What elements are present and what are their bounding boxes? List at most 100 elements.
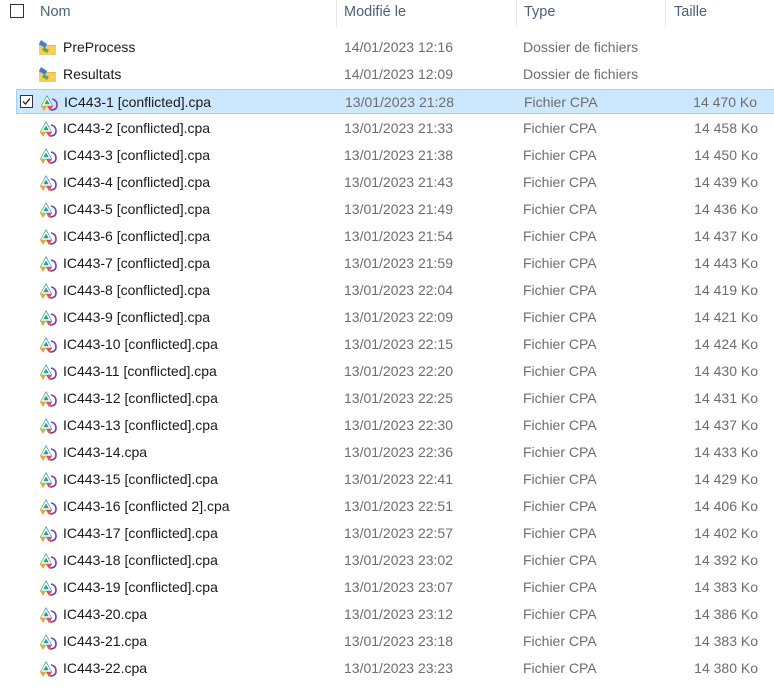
file-row[interactable]: IC443-20.cpa 13/01/2023 23:12 Fichier CPA 1…	[16, 602, 774, 627]
cpa-file-icon	[37, 416, 59, 436]
column-header-size[interactable]: Taille	[674, 0, 707, 27]
file-modified-date: 13/01/2023 22:04	[344, 282, 453, 298]
file-size: 14 419 Ko	[694, 282, 758, 298]
file-type: Fichier CPA	[523, 228, 597, 244]
file-name: IC443-15 [conflicted].cpa	[63, 471, 218, 487]
file-row[interactable]: IC443-2 [conflicted].cpa 13/01/2023 21:33…	[16, 116, 774, 141]
file-type: Fichier CPA	[523, 525, 597, 541]
file-name: IC443-16 [conflicted 2].cpa	[63, 498, 230, 514]
file-row[interactable]: IC443-4 [conflicted].cpa 13/01/2023 21:43…	[16, 170, 774, 195]
file-row[interactable]: IC443-16 [conflicted 2].cpa 13/01/2023 22…	[16, 494, 774, 519]
file-row[interactable]: IC443-14.cpa 13/01/2023 22:36 Fichier CPA 1…	[16, 440, 774, 465]
column-separator[interactable]	[665, 0, 666, 27]
file-size: 14 421 Ko	[694, 309, 758, 325]
cpa-file-icon	[37, 551, 59, 571]
file-row[interactable]: IC443-19 [conflicted].cpa 13/01/2023 23:0…	[16, 575, 774, 600]
file-modified-date: 13/01/2023 22:25	[344, 390, 453, 406]
file-row[interactable]: Resultats 14/01/2023 12:09 Dossier de fich…	[16, 62, 774, 87]
cpa-file-icon	[37, 524, 59, 544]
file-size: 14 436 Ko	[694, 201, 758, 217]
file-name: IC443-11 [conflicted].cpa	[63, 363, 217, 379]
file-name: IC443-9 [conflicted].cpa	[63, 309, 211, 325]
file-row[interactable]: IC443-17 [conflicted].cpa 13/01/2023 22:5…	[16, 521, 774, 546]
cpa-file-icon	[37, 632, 59, 652]
file-type: Fichier CPA	[523, 147, 597, 163]
file-size: 14 392 Ko	[694, 552, 758, 568]
file-type: Fichier CPA	[523, 606, 597, 622]
file-type: Fichier CPA	[523, 174, 597, 190]
file-type: Fichier CPA	[523, 660, 597, 676]
file-type: Fichier CPA	[523, 255, 597, 271]
file-size: 14 406 Ko	[694, 498, 758, 514]
column-header-type[interactable]: Type	[524, 0, 555, 27]
file-size: 14 437 Ko	[694, 228, 758, 244]
file-name: IC443-7 [conflicted].cpa	[63, 255, 211, 271]
file-row[interactable]: IC443-11 [conflicted].cpa 13/01/2023 22:2…	[16, 359, 774, 384]
file-type: Dossier de fichiers	[523, 66, 639, 82]
column-header: Nom Modifié le Type Taille	[0, 0, 774, 27]
column-header-name[interactable]: Nom	[40, 0, 71, 27]
file-row[interactable]: PreProcess 14/01/2023 12:16 Dossier de fic…	[16, 35, 774, 60]
file-row[interactable]: IC443-1 [conflicted].cpa 13/01/2023 21:28…	[16, 89, 774, 114]
file-name: PreProcess	[63, 39, 136, 55]
cpa-file-icon	[37, 227, 59, 247]
file-name: IC443-20.cpa	[63, 606, 148, 622]
cpa-file-icon	[37, 443, 59, 463]
file-name: IC443-6 [conflicted].cpa	[63, 228, 211, 244]
file-name: IC443-4 [conflicted].cpa	[63, 174, 211, 190]
file-name: IC443-2 [conflicted].cpa	[63, 120, 211, 136]
file-modified-date: 13/01/2023 23:07	[344, 579, 453, 595]
file-size: 14 424 Ko	[694, 336, 758, 352]
file-row[interactable]: IC443-21.cpa 13/01/2023 23:18 Fichier CPA 1…	[16, 629, 774, 654]
file-modified-date: 13/01/2023 22:30	[344, 417, 453, 433]
file-type: Fichier CPA	[523, 336, 597, 352]
file-size: 14 430 Ko	[694, 363, 758, 379]
cpa-file-icon	[37, 470, 59, 490]
file-row[interactable]: IC443-5 [conflicted].cpa 13/01/2023 21:49…	[16, 197, 774, 222]
file-type: Fichier CPA	[523, 633, 597, 649]
file-row[interactable]: IC443-9 [conflicted].cpa 13/01/2023 22:09…	[16, 305, 774, 330]
file-row[interactable]: IC443-15 [conflicted].cpa 13/01/2023 22:4…	[16, 467, 774, 492]
row-checkbox[interactable]	[20, 95, 33, 108]
file-type: Fichier CPA	[523, 417, 597, 433]
column-separator[interactable]	[336, 0, 337, 27]
column-header-modified[interactable]: Modifié le	[344, 0, 406, 27]
file-row[interactable]: IC443-8 [conflicted].cpa 13/01/2023 22:04…	[16, 278, 774, 303]
cpa-file-icon	[37, 308, 59, 328]
file-row[interactable]: IC443-13 [conflicted].cpa 13/01/2023 22:3…	[16, 413, 774, 438]
cpa-file-icon	[37, 605, 59, 625]
file-type: Fichier CPA	[523, 390, 597, 406]
file-row[interactable]: IC443-12 [conflicted].cpa 13/01/2023 22:2…	[16, 386, 774, 411]
select-all-checkbox[interactable]	[10, 4, 24, 18]
file-size: 14 433 Ko	[694, 444, 758, 460]
cpa-file-icon	[37, 254, 59, 274]
file-type: Fichier CPA	[524, 94, 598, 110]
file-modified-date: 13/01/2023 22:41	[344, 471, 453, 487]
file-size: 14 383 Ko	[694, 579, 758, 595]
file-modified-date: 13/01/2023 21:54	[344, 228, 453, 244]
folder-icon	[37, 65, 59, 85]
file-type: Fichier CPA	[523, 201, 597, 217]
file-row[interactable]: IC443-22.cpa 13/01/2023 23:23 Fichier CPA 1…	[16, 656, 774, 681]
cpa-file-icon	[37, 173, 59, 193]
file-row[interactable]: IC443-6 [conflicted].cpa 13/01/2023 21:54…	[16, 224, 774, 249]
file-row[interactable]: IC443-7 [conflicted].cpa 13/01/2023 21:59…	[16, 251, 774, 276]
file-row[interactable]: IC443-10 [conflicted].cpa 13/01/2023 22:1…	[16, 332, 774, 357]
file-type: Fichier CPA	[523, 363, 597, 379]
file-type: Fichier CPA	[523, 120, 597, 136]
file-size: 14 431 Ko	[694, 390, 758, 406]
file-modified-date: 13/01/2023 23:23	[344, 660, 453, 676]
column-separator[interactable]	[516, 0, 517, 27]
file-modified-date: 13/01/2023 21:33	[344, 120, 453, 136]
file-name: IC443-14.cpa	[63, 444, 148, 460]
file-size: 14 439 Ko	[694, 174, 758, 190]
file-modified-date: 13/01/2023 23:18	[344, 633, 453, 649]
file-modified-date: 14/01/2023 12:09	[344, 66, 453, 82]
file-row[interactable]: IC443-3 [conflicted].cpa 13/01/2023 21:38…	[16, 143, 774, 168]
file-name: IC443-3 [conflicted].cpa	[63, 147, 211, 163]
file-row[interactable]: IC443-18 [conflicted].cpa 13/01/2023 23:0…	[16, 548, 774, 573]
file-name: IC443-22.cpa	[63, 660, 148, 676]
file-size: 14 386 Ko	[694, 606, 758, 622]
file-modified-date: 13/01/2023 23:12	[344, 606, 453, 622]
file-size: 14 383 Ko	[694, 633, 758, 649]
